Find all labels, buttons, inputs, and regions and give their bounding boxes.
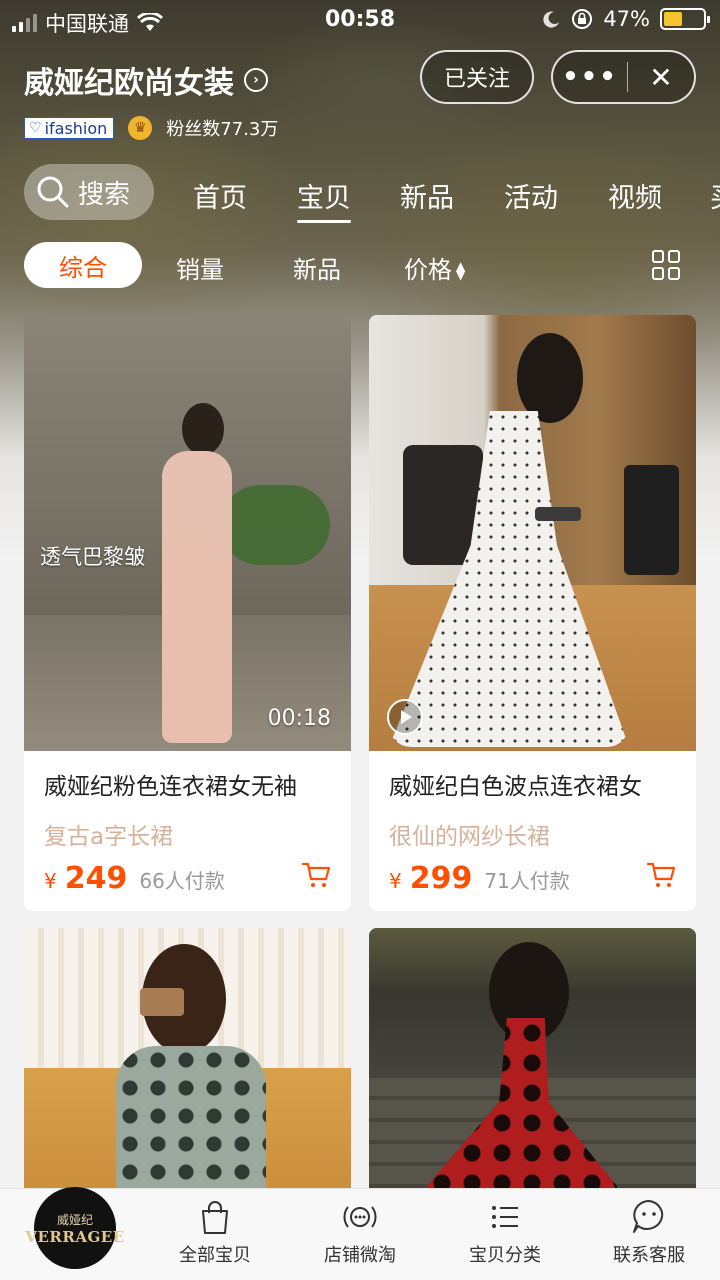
product-price: 299 [409,861,473,896]
filter-new[interactable]: 新品 [293,250,341,285]
video-duration: 00:18 [267,706,331,731]
list-icon [492,1206,518,1228]
product-title: 威娅纪白色波点连衣裙女 [389,774,642,800]
filter-price-label: 价格 [404,256,452,284]
store-logo-en: VERRAGEE [25,1227,125,1246]
currency-symbol: ¥ [389,869,402,893]
sold-count: 66人付款 [139,869,225,893]
follower-count: 粉丝数77.3万 [166,119,279,140]
tab-video[interactable]: 视频 [608,176,662,215]
product-image [369,928,696,1228]
product-card[interactable] [369,928,696,1228]
tab-store-feed[interactable]: 店铺微淘 [305,1197,415,1267]
cart-icon[interactable] [646,859,676,889]
broadcast-icon [343,1206,377,1228]
tab-all-items[interactable]: 全部宝贝 [160,1197,270,1267]
store-meta: ♡ ifashion ♛ 粉丝数77.3万 [24,115,278,141]
battery-icon [660,8,710,30]
crown-icon: ♛ [128,116,153,140]
product-subtitle: 很仙的网纱长裙 [389,824,550,850]
tab-categories-label: 宝贝分类 [469,1245,541,1266]
store-logo[interactable]: 威娅纪 VERRAGEE [25,1187,124,1269]
ifashion-badge: ♡ ifashion [24,117,115,139]
store-name[interactable]: 威娅纪欧尚女装 › [24,58,268,102]
product-image [369,315,696,751]
filter-price[interactable]: 价格 ▲ ▼ [404,250,465,285]
sort-arrows-icon: ▲ ▼ [456,259,466,282]
sort-filter-bar: 综合 销量 新品 价格 ▲ ▼ [0,242,720,290]
heart-icon: ♡ [29,120,42,136]
currency-symbol: ¥ [44,869,57,893]
grid-view-icon[interactable] [652,250,682,280]
tab-events[interactable]: 活动 [504,176,558,215]
tab-buyers-show[interactable]: 买 [710,176,720,215]
play-icon[interactable] [387,699,423,735]
store-name-label: 威娅纪欧尚女装 [24,66,234,101]
product-image [24,928,351,1228]
bottom-tab-bar: 威娅纪 VERRAGEE 全部宝贝 店铺微淘 宝贝分类 联系客服 [0,1187,720,1280]
store-logo-cn: 威娅纪 [56,1212,93,1227]
ifashion-badge-label: ifashion [44,118,108,138]
shopping-bag-icon [202,1201,228,1234]
product-price: 249 [64,861,128,896]
product-overlay-text: 透气巴黎皱 [40,545,145,569]
filter-sales[interactable]: 销量 [176,250,224,285]
moon-icon [543,11,560,28]
rotation-lock-icon [572,9,593,29]
filter-comprehensive[interactable]: 综合 [24,242,142,288]
tab-items[interactable]: 宝贝 [297,176,351,223]
product-card[interactable]: 威娅纪白色波点连衣裙女 很仙的网纱长裙 ¥ 299 71人付款 [369,315,696,911]
product-subtitle: 复古a字长裙 [44,824,174,850]
tab-customer-service[interactable]: 联系客服 [594,1197,704,1267]
sold-count: 71人付款 [484,869,570,893]
tab-customer-service-label: 联系客服 [613,1245,685,1266]
tab-store-feed-label: 店铺微淘 [324,1245,396,1266]
tab-all-items-label: 全部宝贝 [179,1245,251,1266]
tab-new[interactable]: 新品 [400,176,454,215]
close-button[interactable]: ✕ [628,61,694,94]
price-row: ¥ 299 71人付款 [389,861,570,896]
menu-capsule: ••• ✕ [551,50,696,104]
product-card[interactable] [24,928,351,1228]
battery-percent: 47% [603,7,650,31]
product-image: 透气巴黎皱 00:18 [24,315,351,751]
product-card[interactable]: 透气巴黎皱 00:18 威娅纪粉色连衣裙女无袖 复古a字长裙 ¥ 249 66人… [24,315,351,911]
tab-home[interactable]: 首页 [193,176,247,215]
chevron-right-icon: › [244,68,268,92]
status-bar: 中国联通 00:58 47% [0,0,720,40]
chat-face-icon [633,1200,664,1233]
more-button[interactable]: ••• [553,62,627,92]
follow-button[interactable]: 已关注 [420,50,534,104]
store-nav-tabs: 首页 宝贝 新品 活动 视频 买 [0,176,720,223]
product-title: 威娅纪粉色连衣裙女无袖 [44,774,297,800]
tab-categories[interactable]: 宝贝分类 [450,1197,560,1267]
cart-icon[interactable] [301,859,331,889]
price-row: ¥ 249 66人付款 [44,861,225,896]
